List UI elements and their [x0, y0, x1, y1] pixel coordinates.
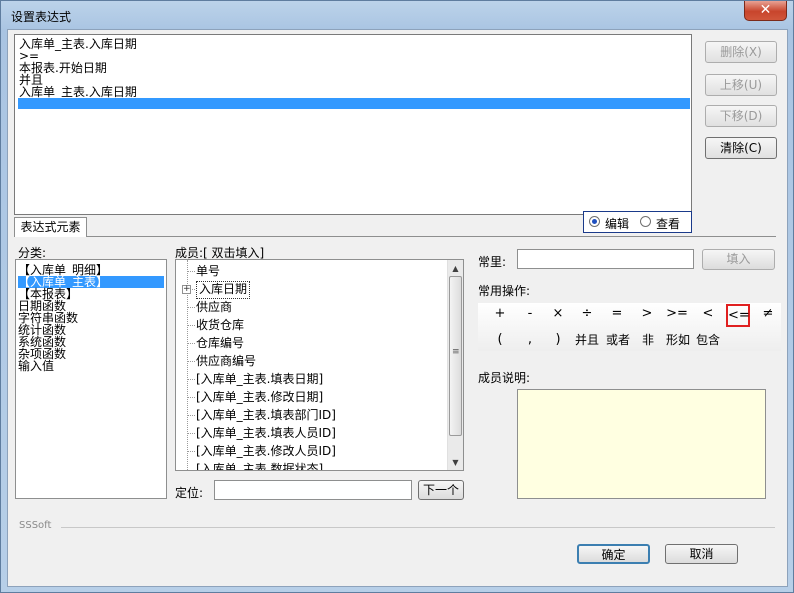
- constant-label: 常里:: [478, 255, 507, 269]
- scroll-grip-icon: ≡: [452, 347, 460, 357]
- op-not-button[interactable]: 非: [634, 330, 662, 350]
- member-item[interactable]: 入库日期: [196, 281, 251, 299]
- op-not-equal-button[interactable]: ≠: [754, 304, 782, 324]
- member-item[interactable]: [入库单_主表.填表部门ID]: [196, 407, 336, 423]
- move-up-button[interactable]: 上移(U): [705, 74, 777, 96]
- op-greater-button[interactable]: >: [633, 304, 661, 324]
- op-minus-button[interactable]: -: [516, 304, 544, 324]
- view-radio-label[interactable]: 查看: [656, 215, 680, 232]
- operators-panel: + - × ÷ = > >= < <= ≠ ( , ) 并且 或者 非 形如 包…: [478, 303, 781, 351]
- title-bar: 设置表达式 ✕: [1, 1, 793, 29]
- tree-branch: [187, 379, 195, 380]
- member-item[interactable]: [入库单_主表.修改日期]: [196, 389, 323, 405]
- op-less-button[interactable]: <: [694, 304, 722, 324]
- members-scrollbar[interactable]: ▲ ≡ ▼: [447, 260, 463, 470]
- constant-input[interactable]: [517, 249, 694, 269]
- op-plus-button[interactable]: +: [486, 304, 514, 324]
- tree-branch: [187, 271, 195, 272]
- delete-button[interactable]: 删除(X): [705, 41, 777, 63]
- member-item[interactable]: [入库单_主表.数据状态]: [196, 461, 323, 470]
- locate-input[interactable]: [214, 480, 412, 500]
- window-title: 设置表达式: [11, 10, 72, 24]
- expression-cursor-line[interactable]: [18, 98, 690, 109]
- mode-radio-group: 编辑 查看: [583, 211, 692, 233]
- member-item[interactable]: [入库单_主表.填表日期]: [196, 371, 323, 387]
- op-left-paren-button[interactable]: (: [486, 330, 514, 350]
- edit-radio[interactable]: [589, 216, 600, 227]
- tab-divider: [87, 236, 776, 237]
- member-item[interactable]: 供应商: [196, 299, 232, 315]
- move-down-button[interactable]: 下移(D): [705, 105, 777, 127]
- op-greater-equal-button[interactable]: >=: [663, 304, 691, 324]
- edit-radio-label[interactable]: 编辑: [605, 215, 629, 232]
- cancel-button[interactable]: 取消: [665, 544, 738, 564]
- scroll-down-icon[interactable]: ▼: [451, 458, 460, 467]
- fill-button[interactable]: 填入: [702, 249, 775, 270]
- op-contains-button[interactable]: 包含: [692, 330, 724, 350]
- operators-label: 常用操作:: [478, 284, 531, 298]
- member-item[interactable]: 仓库编号: [196, 335, 244, 351]
- tab-expression-elements[interactable]: 表达式元素: [14, 217, 87, 237]
- op-multiply-button[interactable]: ×: [544, 304, 572, 324]
- tree-branch: [187, 433, 195, 434]
- op-or-button[interactable]: 或者: [602, 330, 634, 350]
- tree-branch: [187, 397, 195, 398]
- brand-label: SSSoft: [19, 520, 52, 531]
- category-item[interactable]: 输入值: [18, 360, 54, 372]
- tree-branch: [187, 325, 195, 326]
- op-right-paren-button[interactable]: ): [544, 330, 572, 350]
- member-item[interactable]: [入库单_主表.填表人员ID]: [196, 425, 336, 441]
- member-item[interactable]: 单号: [196, 263, 220, 279]
- view-radio[interactable]: [640, 216, 651, 227]
- scroll-up-icon[interactable]: ▲: [451, 264, 460, 273]
- expression-editor[interactable]: 入库单_主表.入库日期 >= 本报表.开始日期 并且 入库单_主表.入库日期: [14, 34, 692, 215]
- op-comma-button[interactable]: ,: [516, 330, 544, 350]
- tree-branch: [187, 343, 195, 344]
- dialog-window: 设置表达式 ✕ 入库单_主表.入库日期 >= 本报表.开始日期 并且 入库单_主…: [0, 0, 794, 593]
- close-button[interactable]: ✕: [744, 1, 787, 21]
- category-list[interactable]: 【入库单_明细】 【入库单_主表】 【本报表】 日期函数 字符串函数 统计函数 …: [15, 259, 167, 499]
- scroll-thumb[interactable]: ≡: [449, 276, 462, 436]
- tree-branch: [187, 415, 195, 416]
- op-divide-button[interactable]: ÷: [573, 304, 601, 324]
- tree-branch: [187, 451, 195, 452]
- member-item[interactable]: 收货仓库: [196, 317, 244, 333]
- locate-label: 定位:: [175, 486, 204, 500]
- next-button[interactable]: 下一个: [418, 480, 464, 500]
- op-less-equal-button[interactable]: <=: [726, 304, 750, 327]
- clear-button[interactable]: 清除(C): [705, 137, 777, 159]
- member-desc-box: [517, 389, 766, 499]
- footer-divider: [61, 527, 775, 528]
- op-and-button[interactable]: 并且: [571, 330, 603, 350]
- op-like-button[interactable]: 形如: [662, 330, 694, 350]
- member-item[interactable]: [入库单_主表.修改人员ID]: [196, 443, 336, 459]
- expression-line: 入库单_主表.入库日期: [19, 85, 137, 99]
- tree-branch: [187, 361, 195, 362]
- member-item[interactable]: 供应商编号: [196, 353, 256, 369]
- member-desc-label: 成员说明:: [478, 371, 531, 385]
- expand-plus-icon[interactable]: +: [182, 285, 191, 294]
- tree-branch: [187, 307, 195, 308]
- ok-button[interactable]: 确定: [577, 544, 650, 564]
- op-equal-button[interactable]: =: [603, 304, 631, 324]
- members-tree[interactable]: 单号 + 入库日期 供应商 收货仓库 仓库编号 供应商编号 [入库单_主表.填表…: [175, 259, 464, 471]
